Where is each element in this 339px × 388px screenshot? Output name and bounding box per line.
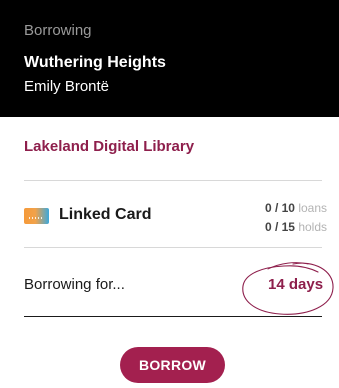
- card-divider: [24, 247, 322, 248]
- loans-count: 0 / 10 loans: [265, 201, 327, 215]
- library-name: Lakeland Digital Library: [24, 138, 195, 155]
- book-author: Emily Brontë: [24, 78, 110, 95]
- holds-count: 0 / 15 holds: [265, 220, 327, 234]
- holds-value: 0 / 15: [264, 220, 295, 234]
- library-card-icon: [24, 208, 49, 224]
- borrow-button[interactable]: BORROW: [120, 347, 225, 383]
- library-divider: [24, 180, 322, 181]
- loans-value: 0 / 10: [264, 201, 295, 215]
- linked-card-label: Linked Card: [59, 206, 152, 223]
- holds-unit: holds: [298, 220, 327, 234]
- loans-unit: loans: [298, 201, 327, 215]
- borrow-period-value: 14 days: [268, 276, 324, 293]
- header-label: Borrowing: [24, 22, 92, 39]
- book-title: Wuthering Heights: [24, 54, 166, 71]
- borrow-period-underline: [24, 316, 322, 317]
- borrow-period-label: Borrowing for...: [24, 276, 125, 293]
- borrowing-header: Borrowing Wuthering Heights Emily Brontë: [0, 0, 339, 117]
